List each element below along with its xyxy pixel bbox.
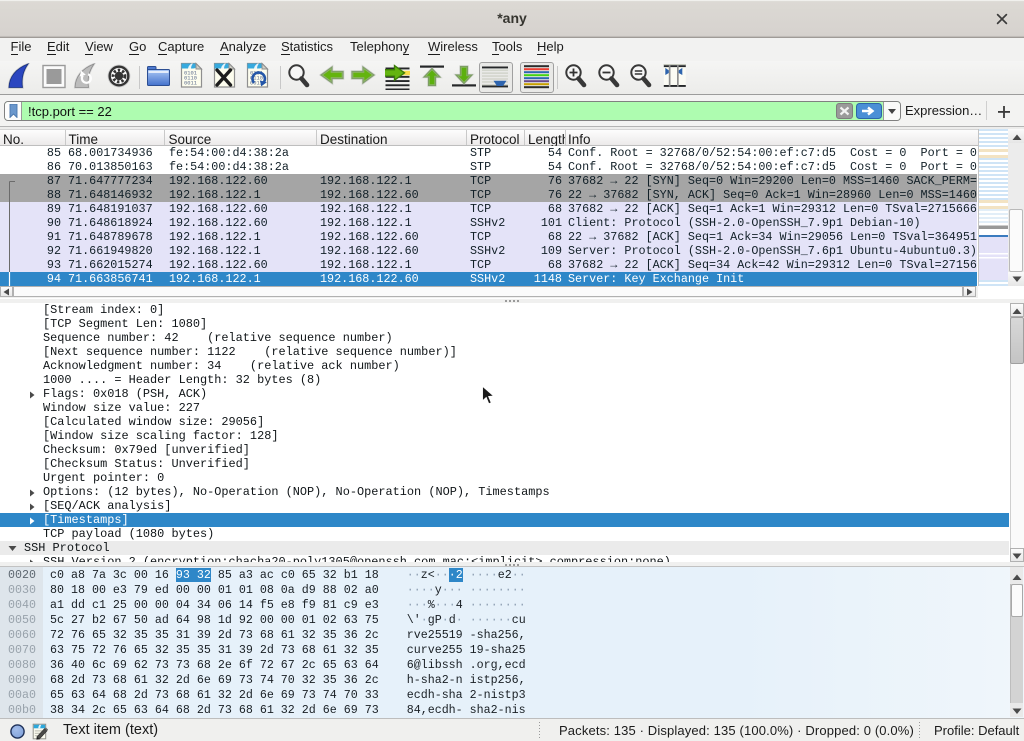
svg-text:0011: 0011 — [184, 81, 197, 87]
